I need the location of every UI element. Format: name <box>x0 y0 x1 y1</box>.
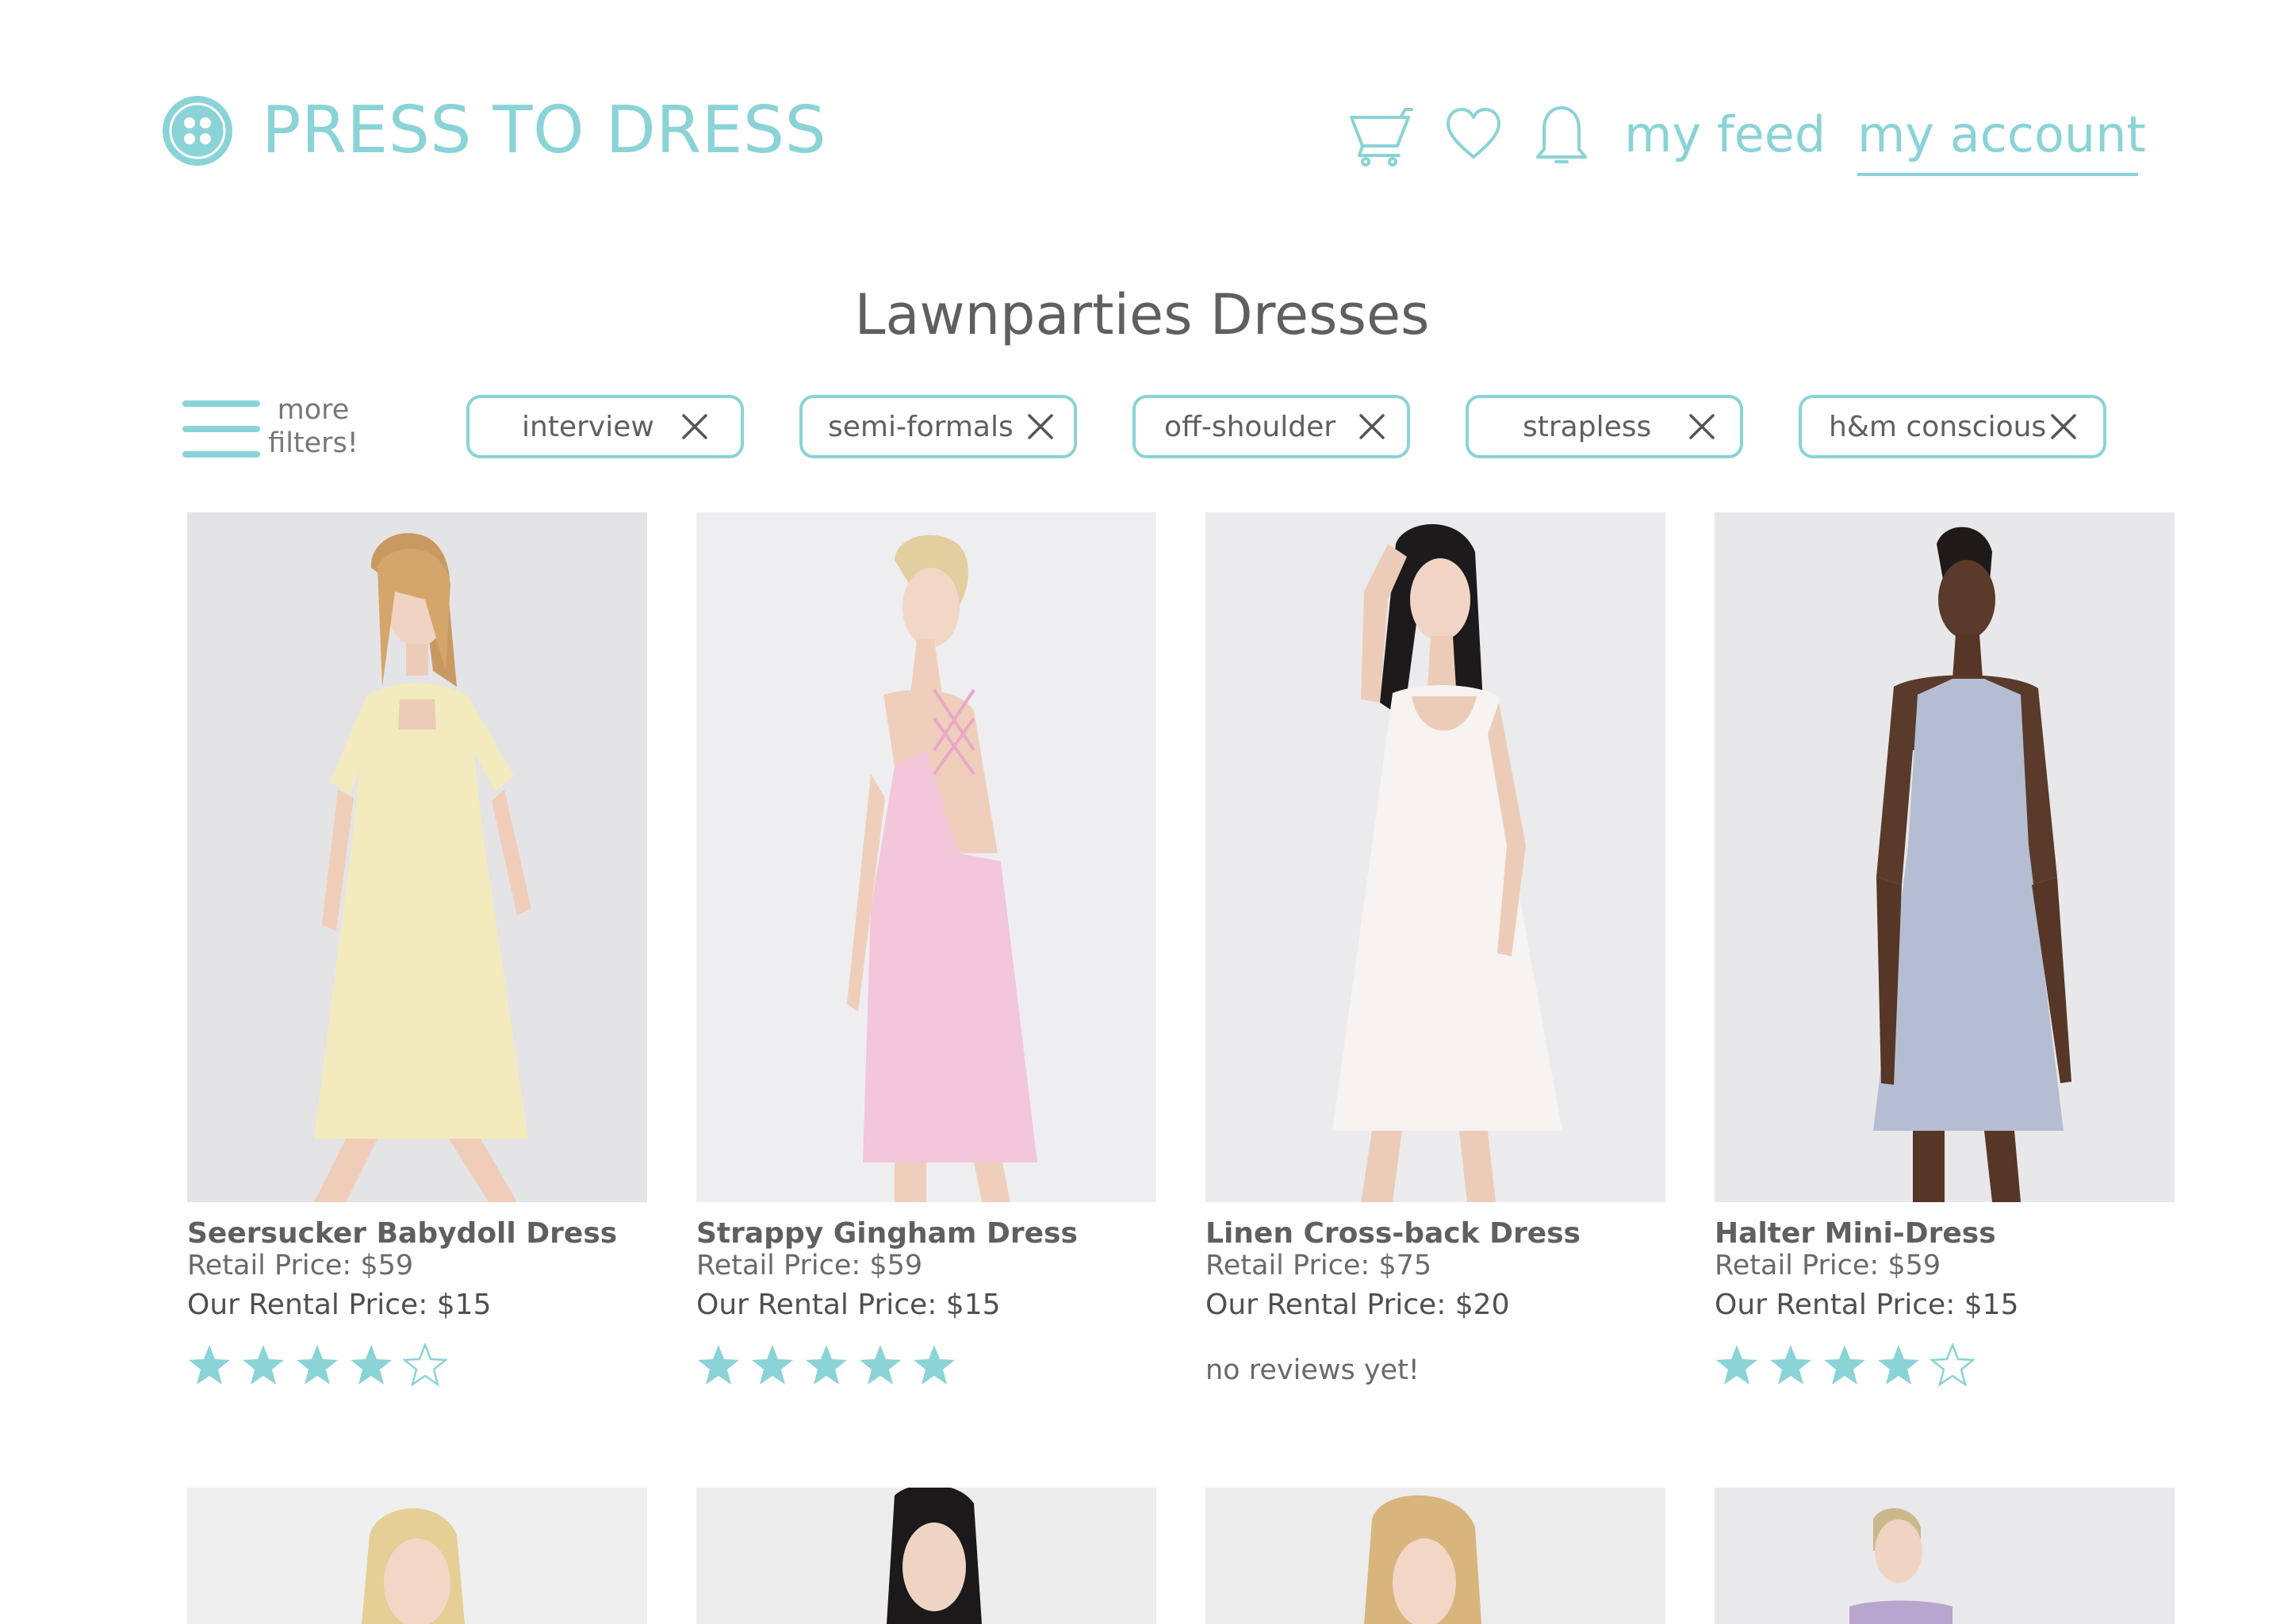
product-retail-price: Retail Price: $59 <box>696 1250 923 1281</box>
filter-chip-label: strapless <box>1523 410 1652 443</box>
product-rental-price: Our Rental Price: $15 <box>1715 1289 2019 1321</box>
product-image[interactable] <box>1205 1488 1665 1624</box>
star-filled-icon <box>1716 1345 1757 1385</box>
filter-chip-label: h&m conscious <box>1829 410 2047 443</box>
product-rating <box>1715 1343 1975 1388</box>
more-filters-menu-icon[interactable] <box>182 400 260 458</box>
filter-chip-semi-formals[interactable]: semi-formals <box>799 395 1077 458</box>
product-image[interactable] <box>187 1488 647 1624</box>
star-filled-icon <box>1770 1345 1811 1385</box>
product-image[interactable] <box>1715 1488 2175 1624</box>
star-filled-icon <box>914 1345 955 1385</box>
product-retail-price: Retail Price: $59 <box>187 1250 414 1281</box>
remove-filter-icon[interactable] <box>679 411 711 442</box>
button-logo-icon[interactable] <box>160 94 235 168</box>
product-rental-price: Our Rental Price: $15 <box>696 1289 1001 1321</box>
filter-chip-strapless[interactable]: strapless <box>1466 395 1743 458</box>
brand-name[interactable]: PRESS TO DRESS <box>262 94 826 168</box>
active-nav-underline <box>1857 173 2138 176</box>
product-rental-price: Our Rental Price: $20 <box>1205 1289 1510 1321</box>
filter-chip-hm-conscious[interactable]: h&m conscious <box>1799 395 2106 458</box>
filter-chip-label: off-shoulder <box>1164 410 1336 443</box>
more-filters-line2: filters! <box>268 427 358 459</box>
product-name[interactable]: Strappy Gingham Dress <box>696 1216 1078 1251</box>
product-rental-price: Our Rental Price: $15 <box>187 1289 492 1321</box>
remove-filter-icon[interactable] <box>2048 411 2079 442</box>
star-filled-icon <box>752 1345 793 1385</box>
filter-chip-label: semi-formals <box>828 410 1014 443</box>
product-image[interactable] <box>1715 512 2175 1202</box>
product-rating <box>696 1343 956 1388</box>
heart-icon[interactable] <box>1445 106 1502 162</box>
remove-filter-icon[interactable] <box>1686 411 1718 442</box>
no-reviews-text: no reviews yet! <box>1205 1354 1420 1386</box>
star-filled-icon <box>351 1345 392 1385</box>
product-image[interactable] <box>187 512 647 1202</box>
star-filled-icon <box>860 1345 901 1385</box>
more-filters-label[interactable]: more filters! <box>268 393 358 460</box>
product-rating <box>187 1343 447 1388</box>
star-filled-icon <box>189 1345 230 1385</box>
star-filled-icon <box>1824 1345 1865 1385</box>
product-image[interactable] <box>696 512 1156 1202</box>
product-retail-price: Retail Price: $75 <box>1205 1250 1432 1281</box>
product-name[interactable]: Linen Cross-back Dress <box>1205 1216 1581 1251</box>
star-filled-icon <box>297 1345 338 1385</box>
star-filled-icon <box>806 1345 847 1385</box>
page-title: Lawnparties Dresses <box>854 282 1430 347</box>
nav-my-account[interactable]: my account <box>1857 103 2146 167</box>
star-filled-icon <box>1878 1345 1919 1385</box>
product-name[interactable]: Halter Mini-Dress <box>1715 1216 1996 1251</box>
star-empty-icon <box>403 1343 447 1387</box>
product-retail-price: Retail Price: $59 <box>1715 1250 1941 1281</box>
star-empty-icon <box>1930 1343 1975 1387</box>
product-name[interactable]: Seersucker Babydoll Dress <box>187 1216 617 1251</box>
filter-chip-label: interview <box>522 410 654 443</box>
filter-chip-interview[interactable]: interview <box>466 395 744 458</box>
bell-icon[interactable] <box>1534 105 1589 167</box>
filter-chip-off-shoulder[interactable]: off-shoulder <box>1132 395 1410 458</box>
remove-filter-icon[interactable] <box>1025 411 1056 442</box>
more-filters-line1: more <box>277 394 350 426</box>
product-image[interactable] <box>1205 512 1665 1202</box>
product-image[interactable] <box>696 1488 1156 1624</box>
nav-my-feed[interactable]: my feed <box>1624 103 1826 167</box>
star-filled-icon <box>698 1345 739 1385</box>
star-filled-icon <box>243 1345 284 1385</box>
remove-filter-icon[interactable] <box>1356 411 1388 442</box>
cart-icon[interactable] <box>1348 106 1413 167</box>
